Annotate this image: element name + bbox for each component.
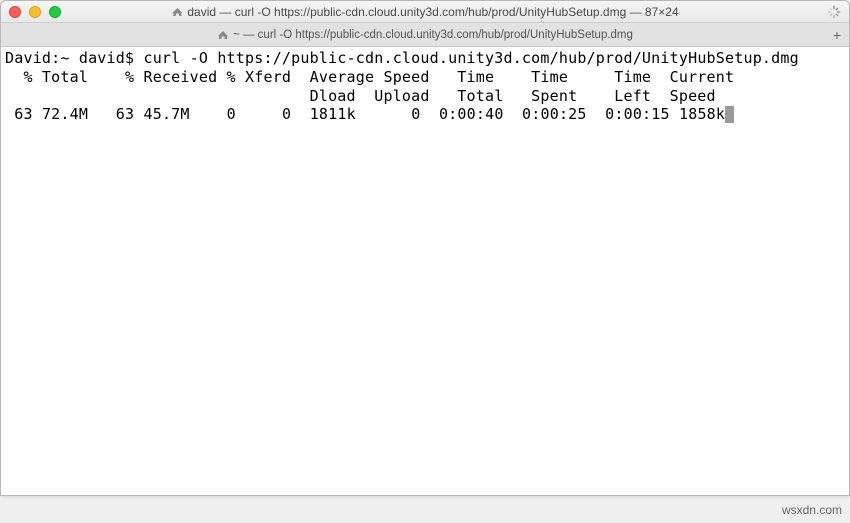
prompt: David:~ david$ [5,49,134,67]
home-icon [171,7,183,17]
activity-spinner-icon [827,5,841,19]
curl-progress-row: 63 72.4M 63 45.7M 0 0 1811k 0 0:00:40 0:… [5,105,725,123]
terminal-output[interactable]: David:~ david$ curl -O https://public-cd… [1,47,849,126]
new-tab-button[interactable]: + [833,27,841,43]
window-title: david — curl -O https://public-cdn.cloud… [171,5,678,19]
curl-header-2: Dload Upload Total Spent Left Speed [5,87,716,105]
maximize-button[interactable] [49,6,61,18]
terminal-window: david — curl -O https://public-cdn.cloud… [0,0,850,496]
tab-bar: ~ — curl -O https://public-cdn.cloud.uni… [1,23,849,47]
watermark: wsxdn.com [782,503,842,517]
command-text: curl -O https://public-cdn.cloud.unity3d… [143,49,798,67]
traffic-lights [9,6,61,18]
close-button[interactable] [9,6,21,18]
window-title-text: david — curl -O https://public-cdn.cloud… [187,5,678,19]
curl-header-1: % Total % Received % Xferd Average Speed… [5,68,734,86]
cursor [725,106,734,123]
tab-home-icon [217,30,229,40]
tab-title[interactable]: ~ — curl -O https://public-cdn.cloud.uni… [233,29,633,41]
titlebar: david — curl -O https://public-cdn.cloud… [1,1,849,23]
minimize-button[interactable] [29,6,41,18]
